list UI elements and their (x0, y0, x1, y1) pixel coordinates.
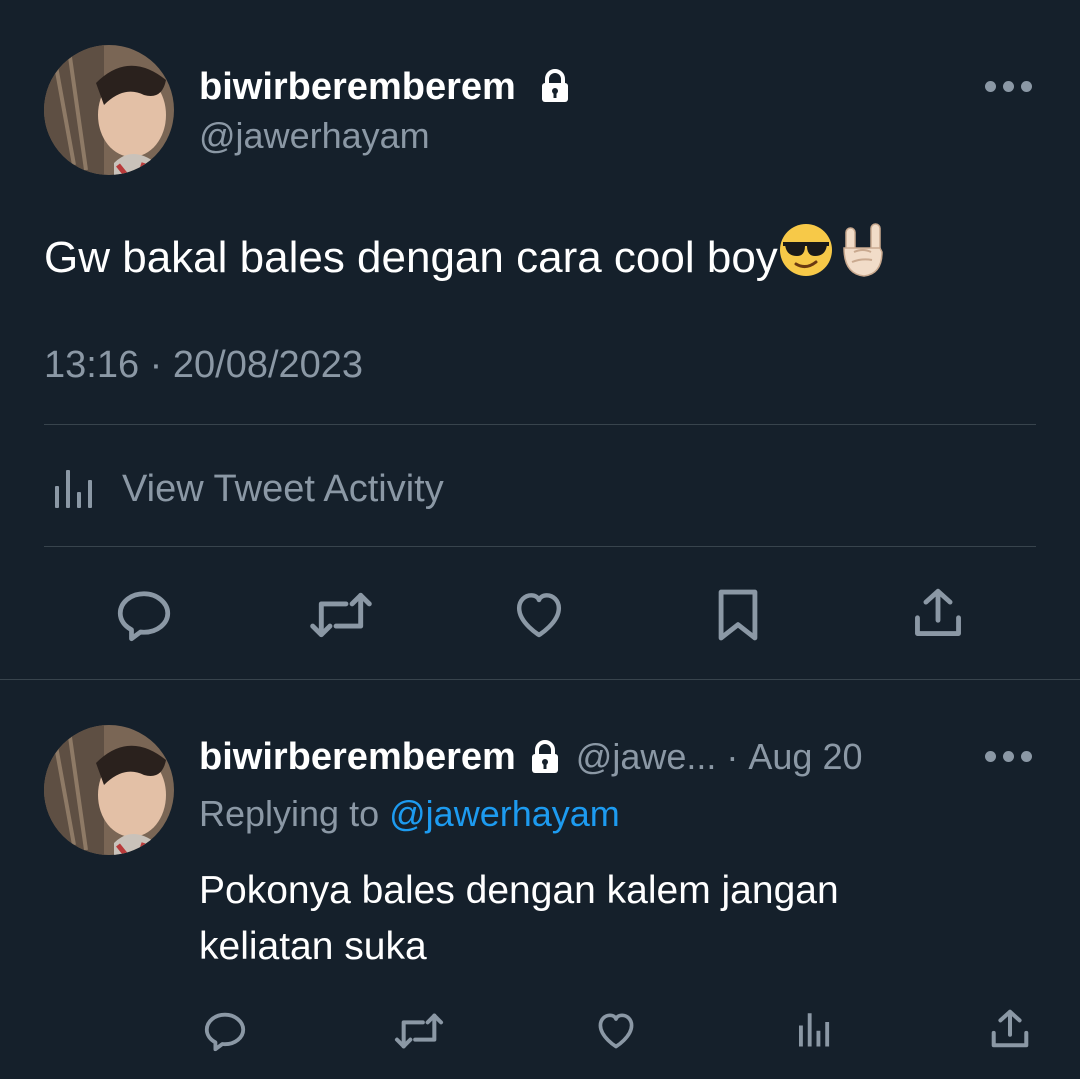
share-icon[interactable] (909, 584, 967, 642)
tweet-date: 20/08/2023 (172, 344, 364, 386)
divider (44, 546, 1036, 547)
lock-icon (531, 740, 558, 773)
reply-icon[interactable] (114, 585, 174, 645)
lock-icon (542, 69, 569, 102)
like-icon[interactable] (594, 1008, 638, 1052)
view-tweet-activity-label: View Tweet Activity (122, 468, 444, 510)
replying-to-handle[interactable]: @jawerhayam (389, 793, 620, 834)
reply-meta-separator: · (726, 736, 739, 777)
reply-handle[interactable]: @jawe... (576, 739, 717, 775)
views-icon[interactable] (792, 1008, 834, 1050)
tweet-text: Gw bakal bales dengan cara cool boy (44, 233, 778, 282)
meta-separator: · (149, 344, 163, 386)
divider (44, 424, 1036, 425)
avatar-image (44, 725, 174, 855)
share-icon[interactable] (987, 1006, 1033, 1052)
like-icon[interactable] (510, 586, 568, 642)
tweet-time: 13:16 (44, 344, 140, 386)
retweet-icon[interactable] (394, 1008, 444, 1054)
more-options-icon[interactable] (985, 81, 1032, 92)
reply-avatar[interactable] (44, 725, 174, 855)
sign-of-horns-emoji-icon (843, 223, 883, 277)
retweet-icon[interactable] (309, 585, 373, 645)
section-divider (0, 679, 1080, 680)
avatar[interactable] (44, 45, 174, 175)
reply-more-options-icon[interactable] (985, 751, 1032, 762)
tweet-text-row: Gw bakal bales dengan cara cool boy (44, 222, 888, 286)
handle[interactable]: @jawerhayam (199, 118, 430, 154)
replying-to-prefix: Replying to (199, 793, 380, 834)
tweet-timestamp[interactable]: 13:16 · 20/08/2023 (44, 346, 363, 384)
display-name-row: biwirberemberem (199, 68, 570, 106)
reply-display-name[interactable]: biwirberemberem (199, 738, 516, 776)
analytics-icon (55, 470, 92, 508)
reply-header: biwirberemberem @jawe... · Aug 20 (199, 738, 863, 776)
replying-to: Replying to @jawerhayam (199, 796, 620, 832)
reply-date[interactable]: Aug 20 (748, 739, 862, 775)
display-name[interactable]: biwirberemberem (199, 66, 516, 108)
sunglasses-emoji-icon (779, 224, 832, 276)
reply-icon[interactable] (202, 1008, 248, 1054)
bookmark-icon[interactable] (713, 586, 763, 644)
view-tweet-activity-link[interactable]: View Tweet Activity (44, 466, 444, 512)
avatar-image (44, 45, 174, 175)
reply-text: Pokonya bales dengan kalem jangan keliat… (199, 869, 839, 968)
